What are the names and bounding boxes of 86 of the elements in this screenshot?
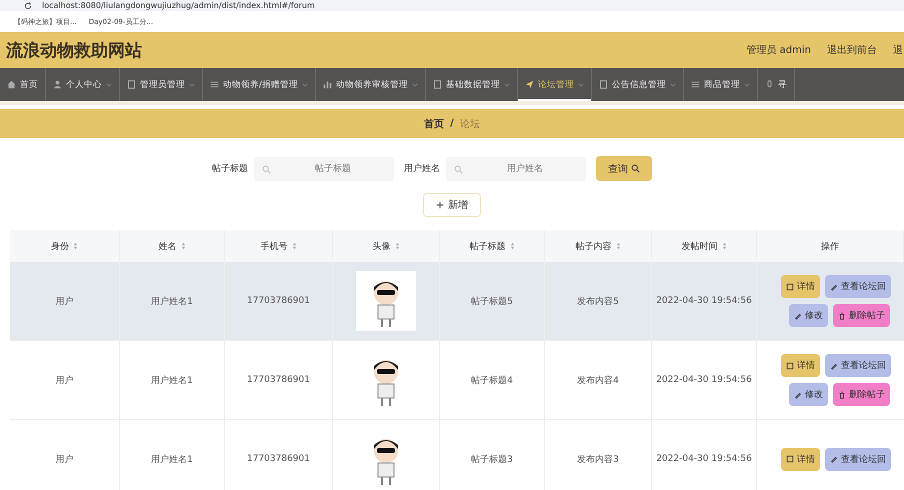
search-field[interactable]: 用户姓名 — [446, 156, 586, 180]
menu-icon — [598, 80, 608, 89]
site-title: 流浪动物救助网站 — [6, 40, 142, 62]
sort-icon[interactable] — [180, 242, 186, 250]
table-cell: 2022-04-30 19:54:56 — [652, 420, 757, 490]
search-icon — [631, 164, 640, 173]
document-icon — [786, 455, 794, 463]
nav-menu-item[interactable]: 首页 — [0, 68, 46, 101]
nav-menu-item[interactable]: 管理员管理 — [120, 68, 203, 101]
table-cell: 用户 — [10, 420, 120, 490]
nav-menu-item[interactable]: 论坛管理 — [518, 68, 592, 101]
breadcrumb-item[interactable]: 首页 — [424, 116, 444, 130]
table-cell: 17703786901 — [225, 341, 333, 419]
table-cell: 用户姓名1 — [120, 420, 225, 490]
action-button[interactable]: 查看论坛回 — [825, 448, 891, 470]
table-cell: 发布内容4 — [545, 341, 652, 419]
field-label: 帖子标题 — [212, 162, 248, 175]
sort-icon[interactable] — [616, 242, 620, 250]
pencil-icon — [830, 362, 838, 370]
action-button[interactable]: 查看论坛回 — [825, 354, 891, 377]
nav-menu-item[interactable]: 个人中心 — [46, 68, 120, 101]
search-button[interactable]: 查询 — [596, 156, 652, 181]
header-link[interactable]: 管理员 admin — [746, 43, 811, 57]
menu-icon — [210, 80, 219, 89]
nav-menu-item[interactable]: 寻 — [758, 68, 795, 101]
menu-icon — [322, 80, 332, 89]
field-label: 用户姓名 — [404, 162, 440, 175]
search-icon — [262, 164, 271, 174]
table-row[interactable]: 用户 用户姓名1 17703786901 帖子标题5 发布内容5 2022-04-30 19:54:56 详情 查看论坛回 修改 删除帖子 — [10, 262, 904, 341]
sort-icon[interactable] — [510, 242, 514, 250]
trash-icon — [838, 312, 846, 320]
menu-icon — [764, 80, 774, 89]
sort-icon[interactable] — [394, 242, 400, 250]
sort-icon[interactable] — [722, 242, 726, 250]
action-button[interactable]: 详情 — [781, 448, 820, 470]
menu-icon — [432, 80, 442, 89]
pencil-icon — [830, 455, 838, 463]
table-cell: 2022-04-30 19:54:56 — [652, 341, 757, 419]
table-cell: 用户姓名1 — [120, 341, 225, 419]
menu-icon — [524, 80, 534, 89]
nav-menu-item[interactable]: 公告信息管理 — [592, 68, 684, 101]
table-cell: 17703786901 — [225, 420, 333, 490]
table-cell: 帖子标题4 — [440, 341, 545, 419]
action-button[interactable]: 查看论坛回 — [825, 275, 891, 298]
header-link[interactable]: 退 — [893, 43, 903, 57]
table-cell: 17703786901 — [225, 262, 333, 340]
pencil-icon — [794, 312, 802, 320]
sort-icon[interactable] — [292, 242, 296, 250]
menu-icon — [53, 80, 62, 89]
add-button[interactable]: 新增 — [423, 193, 481, 217]
pencil-icon — [794, 390, 802, 398]
reload-icon[interactable] — [24, 2, 32, 10]
cartoon-avatar-drawing — [356, 271, 416, 331]
action-button[interactable]: 修改 — [789, 383, 828, 406]
nav-menu-item[interactable]: 动物领养审核管理 — [316, 68, 426, 101]
table-cell: 2022-04-30 19:54:56 — [652, 262, 757, 340]
document-icon — [786, 362, 794, 370]
nav-menu-item[interactable]: 商品管理 — [684, 68, 758, 101]
document-icon — [786, 282, 794, 290]
table-cell: 用户 — [10, 262, 120, 340]
menu-icon — [690, 80, 700, 89]
table-cell: 帖子标题3 — [440, 420, 545, 490]
breadcrumb-item: 论坛 — [460, 118, 480, 130]
action-button[interactable]: 删除帖子 — [833, 383, 890, 406]
action-button[interactable]: 删除帖子 — [833, 304, 890, 327]
action-button[interactable]: 详情 — [781, 354, 820, 377]
plus-icon — [436, 201, 444, 209]
header-link[interactable]: 退出到前台 — [827, 43, 877, 57]
table-cell: 用户 — [10, 341, 120, 419]
action-button[interactable]: 详情 — [781, 275, 820, 298]
search-icon — [454, 164, 463, 174]
menu-icon — [127, 80, 136, 89]
breadcrumb-separator: / — [450, 118, 454, 129]
table-cell: 用户姓名1 — [120, 262, 225, 340]
nav-menu-item[interactable]: 动物领养/捐赠管理 — [203, 68, 316, 101]
nav-menu-item[interactable]: 基础数据管理 — [426, 68, 518, 101]
search-field[interactable]: 帖子标题 — [254, 156, 394, 180]
sort-icon[interactable] — [73, 242, 78, 250]
table-cell: 发布内容3 — [545, 420, 652, 490]
table-cell: 发布内容5 — [545, 262, 652, 340]
action-button[interactable]: 修改 — [789, 304, 828, 327]
table-row[interactable]: 用户 用户姓名1 17703786901 帖子标题4 发布内容4 2022-04-30 19:54:56 详情 查看论坛回 修改 删除帖子 — [10, 341, 904, 420]
pencil-icon — [830, 282, 838, 290]
menu-icon — [7, 80, 16, 89]
table-cell: 帖子标题5 — [440, 262, 545, 340]
trash-icon — [838, 390, 846, 398]
